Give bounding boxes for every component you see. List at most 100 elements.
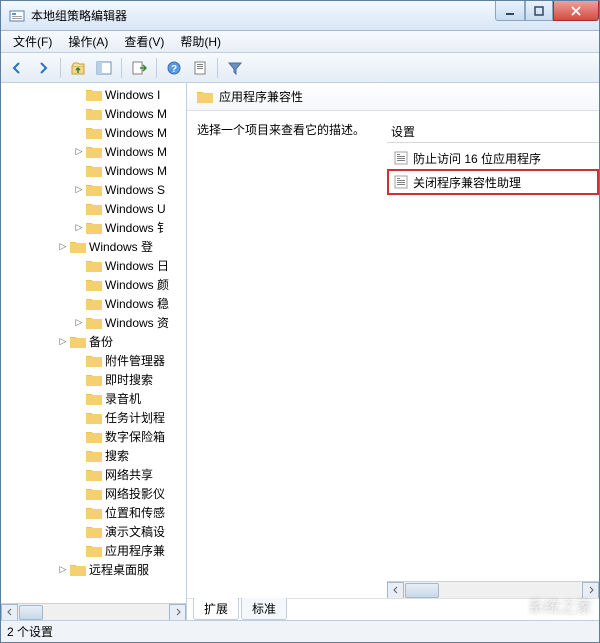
expander-icon[interactable] bbox=[73, 89, 85, 101]
tree-item-label: 网络共享 bbox=[105, 466, 153, 483]
show-hide-tree-button[interactable] bbox=[92, 56, 116, 80]
tree-item[interactable]: Windows 颜 bbox=[1, 275, 186, 294]
menu-help[interactable]: 帮助(H) bbox=[172, 31, 229, 52]
setting-item[interactable]: 关闭程序兼容性助理 bbox=[387, 169, 599, 195]
scroll-thumb[interactable] bbox=[405, 583, 439, 598]
tree-item[interactable]: 录音机 bbox=[1, 389, 186, 408]
expander-icon[interactable] bbox=[73, 165, 85, 177]
tree-item[interactable]: 数字保险箱 bbox=[1, 427, 186, 446]
tree-item-label: Windows M bbox=[105, 145, 167, 159]
help-button[interactable]: ? bbox=[162, 56, 186, 80]
tree-item[interactable]: 应用程序兼 bbox=[1, 541, 186, 560]
expander-icon[interactable] bbox=[73, 108, 85, 120]
close-button[interactable] bbox=[553, 1, 599, 21]
scroll-left-button[interactable] bbox=[1, 604, 18, 621]
detail-horizontal-scrollbar[interactable] bbox=[387, 581, 599, 598]
scroll-thumb[interactable] bbox=[19, 605, 43, 620]
expander-icon[interactable] bbox=[73, 279, 85, 291]
tree-item[interactable]: 网络投影仪 bbox=[1, 484, 186, 503]
expander-icon[interactable]: ▷ bbox=[73, 222, 85, 234]
tree-item[interactable]: ▷Windows 登 bbox=[1, 237, 186, 256]
properties-button[interactable] bbox=[188, 56, 212, 80]
expander-icon[interactable] bbox=[73, 298, 85, 310]
tree-item-label: 附件管理器 bbox=[105, 352, 165, 369]
expander-icon[interactable] bbox=[73, 412, 85, 424]
tree-item[interactable]: ▷Windows 钅 bbox=[1, 218, 186, 237]
tree-item[interactable]: ▷备份 bbox=[1, 332, 186, 351]
expander-icon[interactable] bbox=[73, 507, 85, 519]
window-title: 本地组策略编辑器 bbox=[31, 7, 495, 24]
expander-icon[interactable]: ▷ bbox=[57, 564, 69, 576]
expander-icon[interactable]: ▷ bbox=[73, 184, 85, 196]
tree-item[interactable]: 即时搜索 bbox=[1, 370, 186, 389]
tree-item-label: Windows M bbox=[105, 164, 167, 178]
minimize-button[interactable] bbox=[495, 1, 525, 21]
tree-item[interactable]: Windows M bbox=[1, 104, 186, 123]
up-button[interactable] bbox=[66, 56, 90, 80]
tree-item[interactable]: ▷ Windows S bbox=[1, 180, 186, 199]
tree-item-label: 网络投影仪 bbox=[105, 485, 165, 502]
titlebar[interactable]: 本地组策略编辑器 bbox=[1, 1, 599, 31]
tree-item-label: 录音机 bbox=[105, 390, 141, 407]
expander-icon[interactable] bbox=[73, 393, 85, 405]
expander-icon[interactable] bbox=[73, 450, 85, 462]
expander-icon[interactable] bbox=[73, 260, 85, 272]
filter-button[interactable] bbox=[223, 56, 247, 80]
column-header-setting[interactable]: 设置 bbox=[387, 121, 599, 143]
tree-item[interactable]: 位置和传感 bbox=[1, 503, 186, 522]
tree-item[interactable]: ▷远程桌面服 bbox=[1, 560, 186, 579]
toolbar-separator bbox=[60, 58, 61, 78]
expander-icon[interactable] bbox=[73, 374, 85, 386]
expander-icon[interactable]: ▷ bbox=[73, 317, 85, 329]
tree-item[interactable]: ▷ Windows M bbox=[1, 142, 186, 161]
tree-item[interactable]: 演示文稿设 bbox=[1, 522, 186, 541]
tree-item[interactable]: Windows 日 bbox=[1, 256, 186, 275]
back-button[interactable] bbox=[5, 56, 29, 80]
expander-icon[interactable] bbox=[73, 431, 85, 443]
tree-item-label: Windows M bbox=[105, 107, 167, 121]
tree-item-label: Windows S bbox=[105, 183, 165, 197]
tree-item-label: 应用程序兼 bbox=[105, 542, 165, 559]
expander-icon[interactable] bbox=[73, 355, 85, 367]
statusbar: 2 个设置 bbox=[1, 620, 599, 642]
setting-item[interactable]: 防止访问 16 位应用程序 bbox=[387, 147, 599, 169]
menu-view[interactable]: 查看(V) bbox=[116, 31, 172, 52]
tab-extended[interactable]: 扩展 bbox=[193, 598, 239, 620]
menu-action[interactable]: 操作(A) bbox=[60, 31, 116, 52]
tree-item[interactable]: 任务计划程 bbox=[1, 408, 186, 427]
tree-item-label: Windows 颜 bbox=[105, 276, 169, 293]
setting-label: 防止访问 16 位应用程序 bbox=[413, 150, 541, 167]
expander-icon[interactable] bbox=[73, 526, 85, 538]
tree-item[interactable]: Windows I bbox=[1, 85, 186, 104]
expander-icon[interactable] bbox=[73, 203, 85, 215]
menu-file[interactable]: 文件(F) bbox=[5, 31, 60, 52]
tree-horizontal-scrollbar[interactable] bbox=[1, 603, 186, 620]
expander-icon[interactable]: ▷ bbox=[57, 336, 69, 348]
expander-icon[interactable] bbox=[73, 488, 85, 500]
expander-icon[interactable] bbox=[73, 127, 85, 139]
tree-item[interactable]: ▷Windows 资 bbox=[1, 313, 186, 332]
tree-item[interactable]: Windows U bbox=[1, 199, 186, 218]
tree-view[interactable]: Windows I Windows M Windows M ▷ Windows M Win… bbox=[1, 83, 186, 603]
window-frame: 本地组策略编辑器 文件(F) 操作(A) 查看(V) 帮助(H) ? Windo… bbox=[0, 0, 600, 643]
tab-standard[interactable]: 标准 bbox=[241, 598, 287, 620]
export-button[interactable] bbox=[127, 56, 151, 80]
toolbar-separator bbox=[156, 58, 157, 78]
tree-item[interactable]: Windows M bbox=[1, 123, 186, 142]
expander-icon[interactable]: ▷ bbox=[73, 146, 85, 158]
forward-button[interactable] bbox=[31, 56, 55, 80]
tree-item[interactable]: 网络共享 bbox=[1, 465, 186, 484]
expander-icon[interactable]: ▷ bbox=[57, 241, 69, 253]
scroll-left-button[interactable] bbox=[387, 582, 404, 599]
scroll-right-button[interactable] bbox=[169, 604, 186, 621]
expander-icon[interactable] bbox=[73, 545, 85, 557]
tree-item[interactable]: 搜索 bbox=[1, 446, 186, 465]
maximize-button[interactable] bbox=[525, 1, 553, 21]
tree-item[interactable]: 附件管理器 bbox=[1, 351, 186, 370]
expander-icon[interactable] bbox=[73, 469, 85, 481]
tree-item[interactable]: Windows 稳 bbox=[1, 294, 186, 313]
detail-description: 选择一个项目来查看它的描述。 bbox=[197, 121, 387, 138]
svg-text:?: ? bbox=[171, 64, 177, 75]
scroll-right-button[interactable] bbox=[582, 582, 599, 599]
tree-item[interactable]: Windows M bbox=[1, 161, 186, 180]
